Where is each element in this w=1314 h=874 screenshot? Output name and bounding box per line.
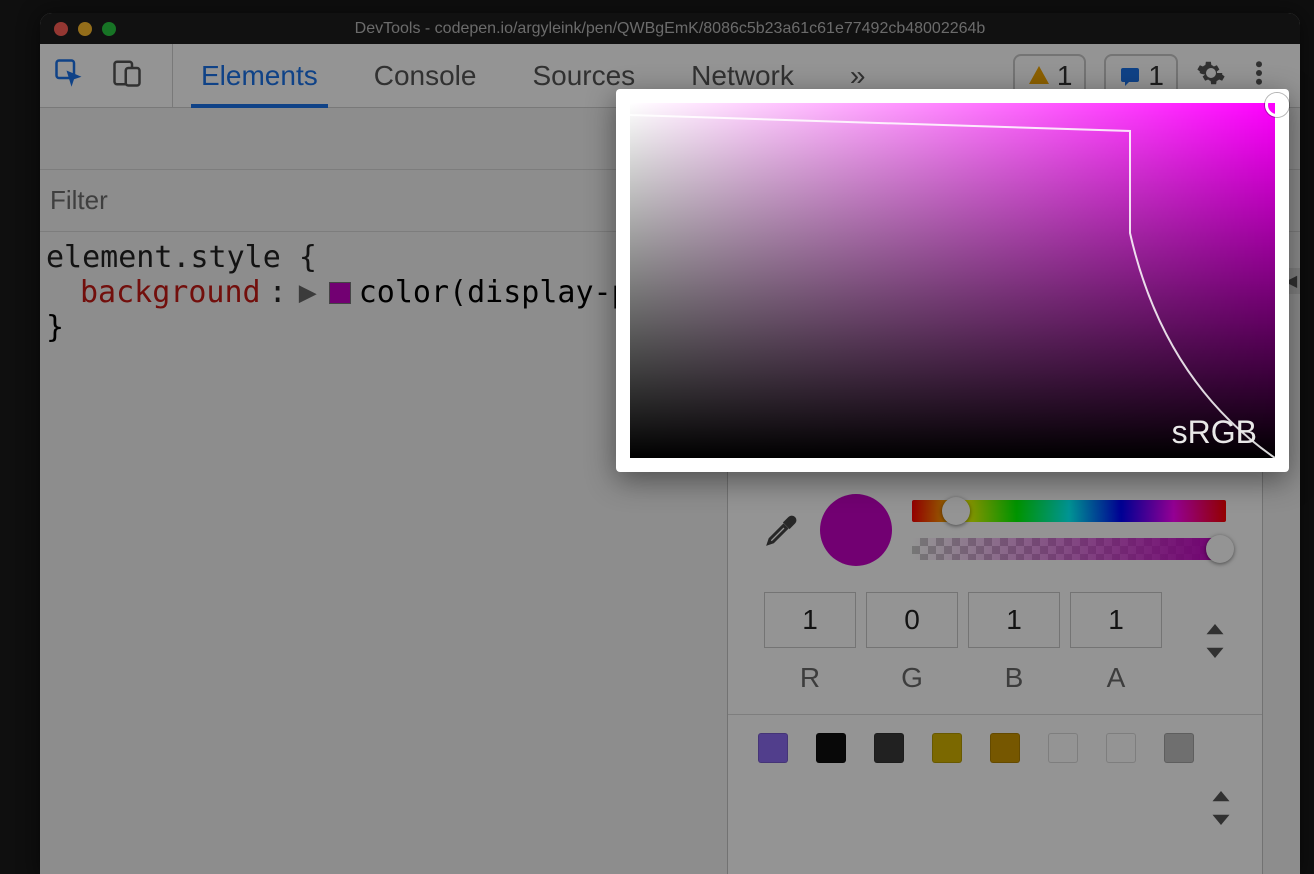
property-name: background [80, 275, 261, 310]
eyedropper-icon[interactable] [764, 512, 800, 548]
alpha-slider[interactable] [912, 538, 1226, 560]
kebab-menu-icon[interactable] [1244, 58, 1274, 93]
a-label: A [1107, 662, 1126, 694]
titlebar: DevTools - codepen.io/argyleink/pen/QWBg… [40, 13, 1300, 44]
gradient-picker-handle[interactable] [1265, 93, 1289, 117]
minimize-window-button[interactable] [78, 22, 92, 36]
window-title: DevTools - codepen.io/argyleink/pen/QWBg… [40, 20, 1300, 38]
r-input[interactable]: 1 [764, 592, 856, 648]
palette-swatch[interactable] [816, 733, 846, 763]
hue-slider[interactable] [912, 500, 1226, 522]
channel-values-row: 1 R 0 G 1 B 1 A [728, 580, 1262, 715]
current-color-swatch [820, 494, 892, 566]
a-input[interactable]: 1 [1070, 592, 1162, 648]
palette-swatch[interactable] [932, 733, 962, 763]
color-swatch[interactable] [329, 282, 351, 304]
gamut-label: sRGB [1172, 414, 1257, 451]
g-label: G [901, 662, 923, 694]
palette-swatch[interactable] [1164, 733, 1194, 763]
window-controls [54, 22, 116, 36]
tab-elements[interactable]: Elements [201, 44, 318, 107]
warnings-count: 1 [1057, 60, 1073, 92]
b-input[interactable]: 1 [968, 592, 1060, 648]
palette-swatch[interactable] [1106, 733, 1136, 763]
alpha-slider-thumb[interactable] [1206, 535, 1234, 563]
tab-console[interactable]: Console [374, 44, 477, 107]
g-input[interactable]: 0 [866, 592, 958, 648]
srgb-gamut-line [630, 103, 1275, 458]
maximize-window-button[interactable] [102, 22, 116, 36]
palette-toggle-icon[interactable] [1210, 791, 1232, 830]
device-toolbar-icon[interactable] [112, 58, 142, 93]
palette-swatch[interactable] [758, 733, 788, 763]
messages-count: 1 [1148, 60, 1164, 92]
palette-swatch[interactable] [990, 733, 1020, 763]
inspect-element-icon[interactable] [54, 58, 84, 93]
expand-arrow-icon[interactable]: ▶ [299, 275, 317, 310]
r-label: R [800, 662, 820, 694]
close-window-button[interactable] [54, 22, 68, 36]
b-label: B [1005, 662, 1024, 694]
gear-icon[interactable] [1196, 58, 1226, 93]
palette-row [728, 715, 1262, 874]
color-format-toggle-icon[interactable] [1204, 624, 1226, 663]
color-gradient-panel[interactable]: sRGB [616, 89, 1289, 472]
palette-swatch[interactable] [1048, 733, 1078, 763]
palette-swatch[interactable] [874, 733, 904, 763]
filter-input[interactable]: Filter [50, 185, 108, 216]
hue-slider-thumb[interactable] [942, 497, 970, 525]
